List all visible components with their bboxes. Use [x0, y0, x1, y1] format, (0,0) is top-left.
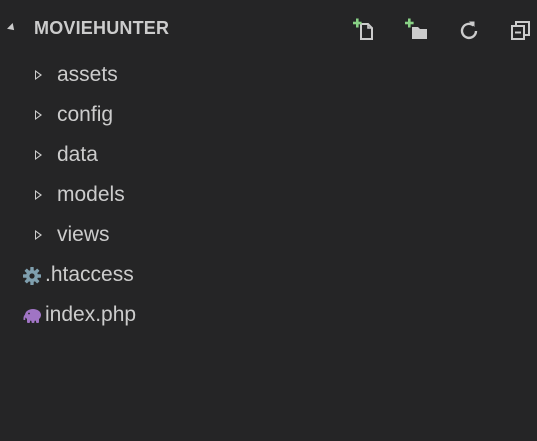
explorer-actions — [327, 16, 537, 44]
collapse-all-icon — [511, 21, 530, 40]
tree-item-label: models — [57, 183, 125, 206]
tree-folder-assets[interactable]: assets — [0, 56, 537, 96]
tree-item-label: index.php — [45, 303, 137, 326]
file-explorer: MOVIEHUNTER assets config data models vi… — [0, 0, 537, 441]
chevron-right-icon[interactable] — [35, 110, 42, 120]
tree-item-label: data — [57, 143, 98, 166]
new-file-button[interactable] — [351, 16, 379, 44]
tree-folder-models[interactable]: models — [0, 176, 537, 216]
tree-file-index-php[interactable]: index.php — [0, 296, 537, 336]
chevron-right-icon[interactable] — [35, 70, 42, 80]
tree-item-label: config — [57, 103, 114, 126]
gear-icon — [23, 267, 41, 285]
tree-item-label: views — [57, 223, 110, 246]
explorer-title[interactable]: MOVIEHUNTER — [34, 18, 169, 39]
new-file-icon — [353, 18, 373, 40]
tree-folder-views[interactable]: views — [0, 216, 537, 256]
tree-file-htaccess[interactable]: .htaccess — [0, 256, 537, 296]
new-folder-icon — [405, 18, 427, 39]
tree-item-label: .htaccess — [45, 263, 134, 286]
refresh-icon — [460, 21, 478, 40]
chevron-down-icon[interactable] — [7, 23, 17, 33]
tree-item-label: assets — [57, 63, 118, 86]
tree-folder-config[interactable]: config — [0, 96, 537, 136]
chevron-right-icon[interactable] — [35, 230, 42, 240]
refresh-button[interactable] — [455, 16, 483, 44]
chevron-right-icon[interactable] — [35, 190, 42, 200]
php-elephant-icon — [23, 309, 41, 323]
new-folder-button[interactable] — [403, 16, 431, 44]
tree-folder-data[interactable]: data — [0, 136, 537, 176]
chevron-right-icon[interactable] — [35, 150, 42, 160]
explorer-header[interactable]: MOVIEHUNTER — [0, 8, 537, 52]
file-tree: assets config data models views .htacces… — [0, 56, 537, 336]
collapse-all-button[interactable] — [507, 16, 535, 44]
